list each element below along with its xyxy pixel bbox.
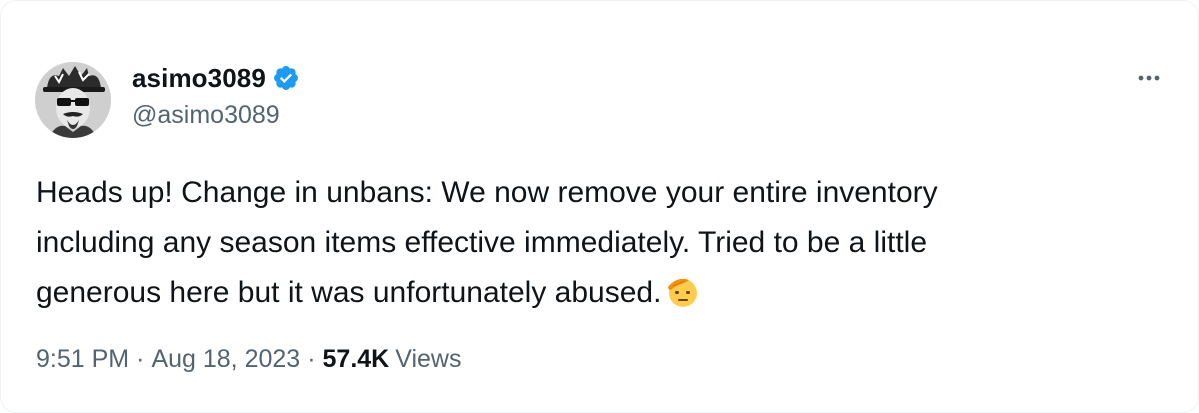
tweet-time[interactable]: 9:51 PM	[36, 345, 129, 374]
meta-separator: ·	[307, 345, 316, 373]
more-options-button[interactable]	[1131, 63, 1167, 93]
author-handle[interactable]: @asimo3089	[132, 101, 280, 130]
avatar[interactable]	[35, 62, 111, 138]
tweet-card: asimo3089 @asimo3089 Heads up! Change in…	[0, 0, 1199, 413]
tweet-text-line-last: generous here but it was unfortunately a…	[36, 268, 1156, 318]
verified-badge-icon	[272, 64, 300, 92]
tweet-text: Heads up! Change in unbans: We now remov…	[36, 168, 1156, 318]
views-count: 57.4K	[322, 345, 390, 373]
more-dots-icon	[1138, 75, 1160, 81]
tweet-text-line: Heads up! Change in unbans: We now remov…	[36, 176, 938, 209]
author-display-name[interactable]: asimo3089	[132, 63, 266, 94]
author-name-row[interactable]: asimo3089	[132, 61, 300, 95]
views-label: Views	[395, 345, 462, 373]
saluting-face-emoji-icon	[665, 274, 701, 310]
tweet-date[interactable]: Aug 18, 2023	[151, 345, 300, 374]
tweet-text-line: including any season items effective imm…	[36, 226, 928, 259]
tweet-text-line: generous here but it was unfortunately a…	[36, 276, 662, 309]
tweet-meta: 9:51 PM · Aug 18, 2023 · 57.4K Views	[36, 345, 461, 374]
meta-separator: ·	[136, 345, 145, 373]
